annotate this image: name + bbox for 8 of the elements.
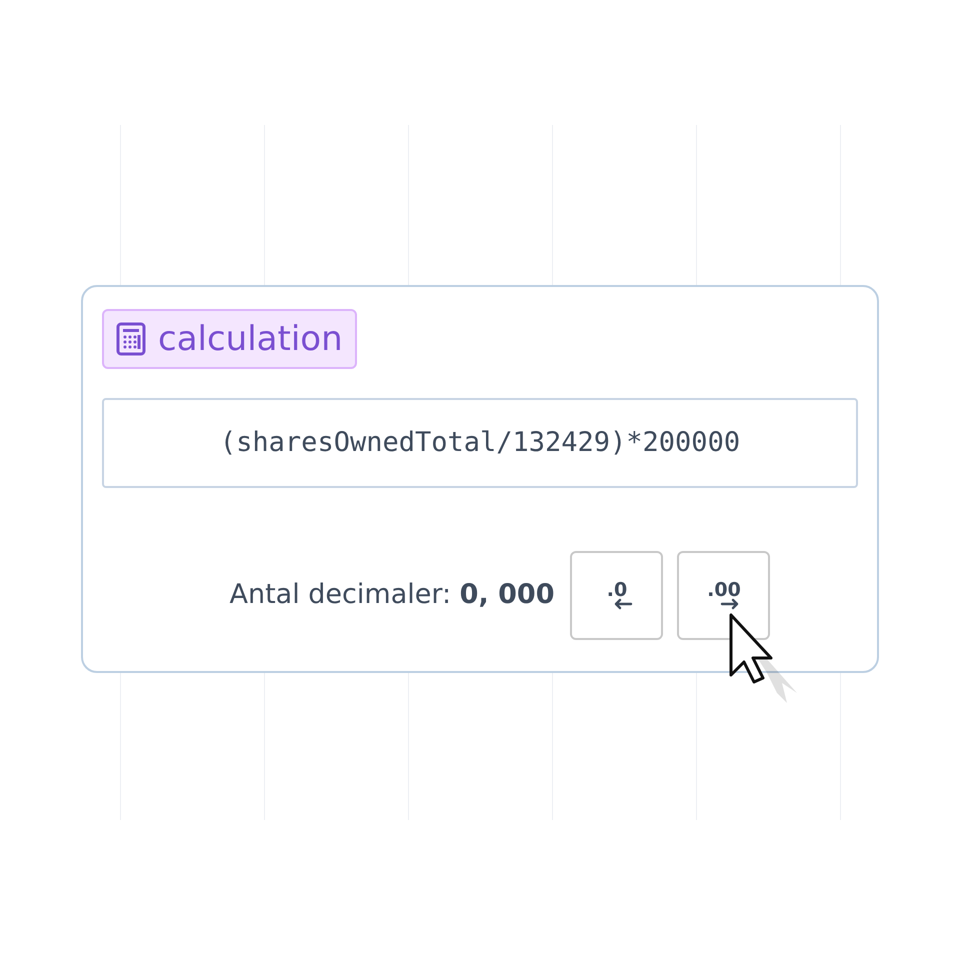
decimals-label: Antal decimaler: 0, 000 (230, 578, 554, 612)
decrease-decimals-button[interactable]: .0 (570, 551, 664, 640)
left-arrow-icon (612, 598, 633, 610)
formula-field[interactable]: (sharesOwnedTotal/132429)*200000 (102, 398, 858, 488)
calculator-icon (116, 322, 146, 356)
category-badge: calculation (102, 309, 357, 369)
increase-decimals-button[interactable]: .00 (677, 551, 770, 640)
right-arrow-icon (720, 598, 740, 610)
